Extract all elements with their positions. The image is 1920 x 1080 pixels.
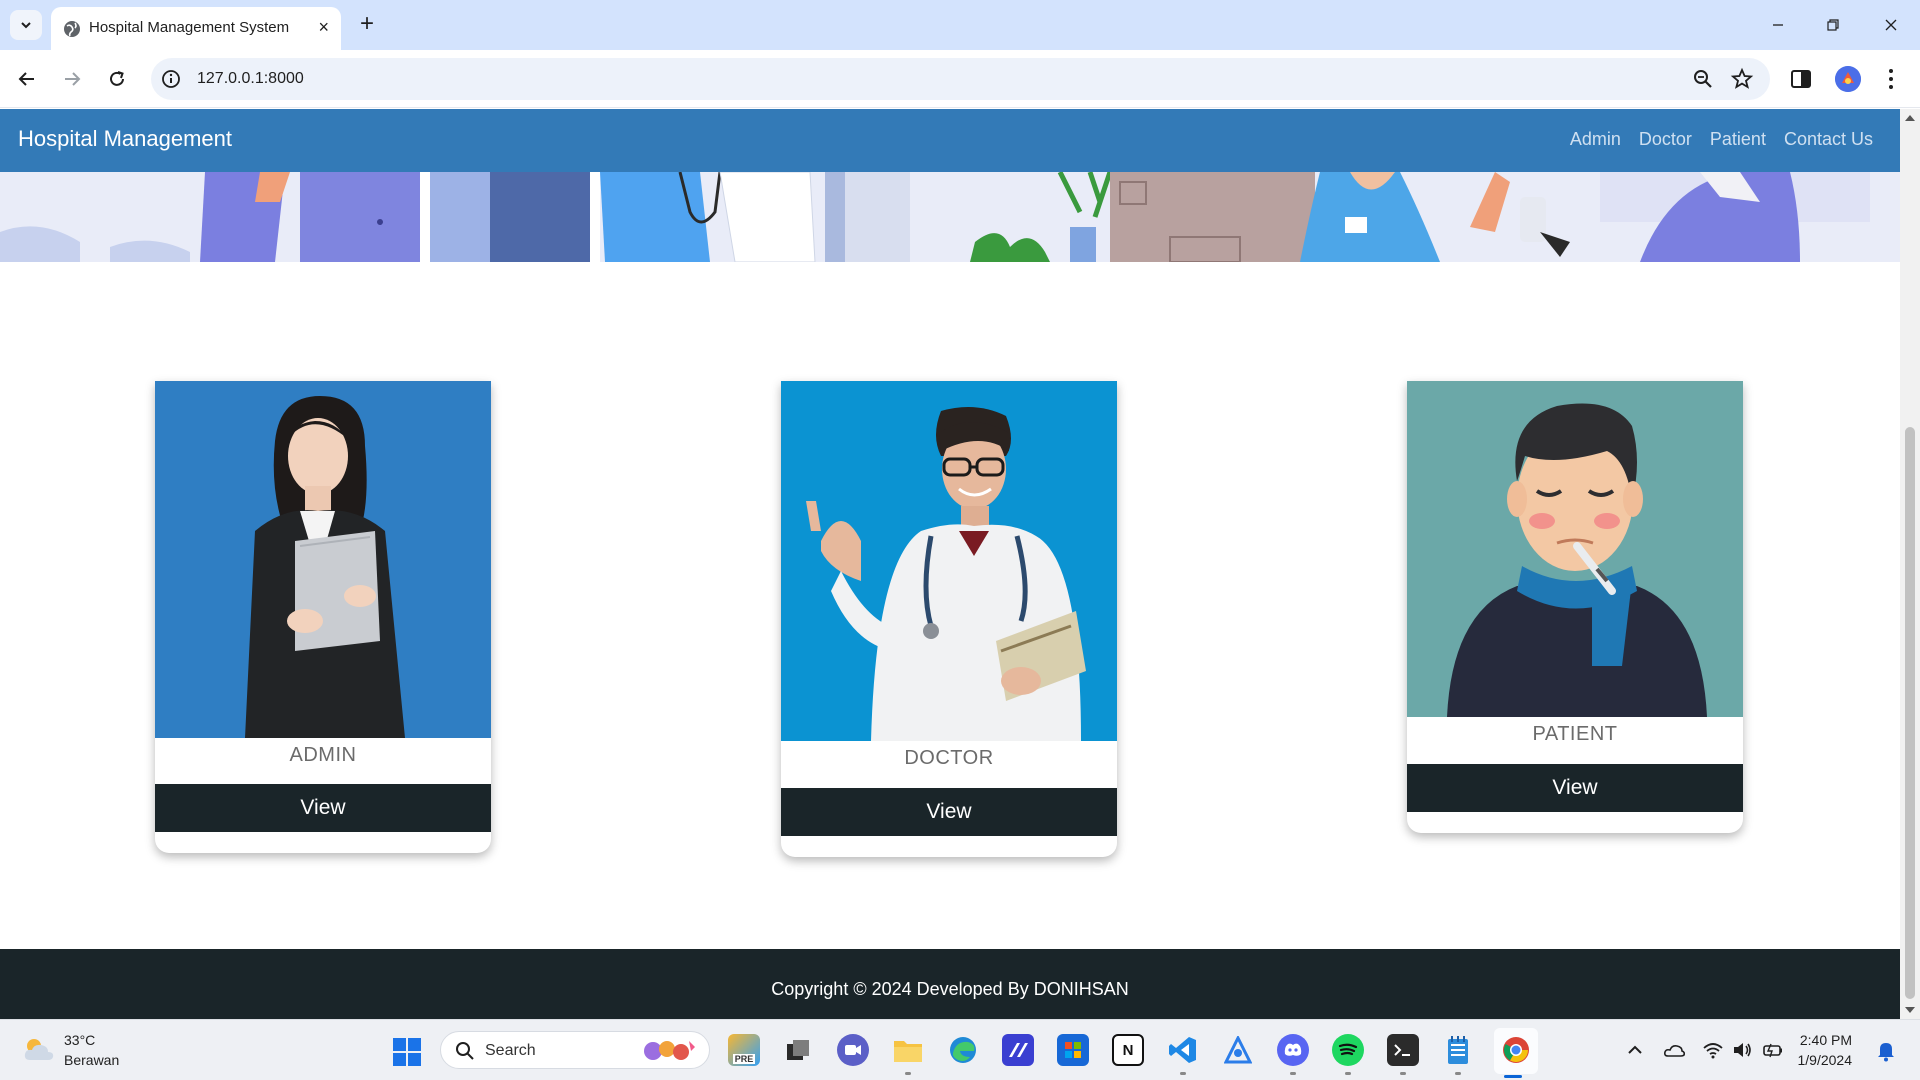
clock-date[interactable]: 1/9/2024 (1798, 1052, 1853, 1068)
nav-link-contact[interactable]: Contact Us (1784, 129, 1873, 150)
patient-card-label: PATIENT (1532, 723, 1618, 745)
scroll-down-arrow-icon[interactable] (1905, 1007, 1915, 1013)
volume-icon[interactable] (1731, 1040, 1753, 1060)
weather-temperature[interactable]: 33°C (64, 1032, 95, 1048)
wifi-icon[interactable] (1702, 1040, 1724, 1060)
task-view-icon[interactable] (782, 1034, 814, 1066)
search-icon (456, 1042, 474, 1060)
site-brand[interactable]: Hospital Management (18, 126, 232, 152)
nav-link-patient[interactable]: Patient (1710, 129, 1766, 150)
active-app-indicator (1504, 1075, 1522, 1078)
restore-icon[interactable] (1818, 12, 1848, 38)
patient-card: PATIENT View (1407, 381, 1743, 833)
tab-title: Hospital Management System (89, 19, 290, 36)
minimize-icon[interactable] (1763, 12, 1793, 38)
side-panel-icon[interactable] (1788, 66, 1814, 92)
chrome-icon[interactable] (1500, 1034, 1532, 1066)
notification-bell-icon[interactable] (1876, 1040, 1896, 1062)
window-close-icon[interactable] (1876, 12, 1906, 38)
weather-cloud-icon[interactable] (22, 1036, 56, 1064)
scrollbar-thumb[interactable] (1905, 427, 1915, 999)
edge-icon[interactable] (947, 1034, 979, 1066)
search-placeholder: Search (485, 1042, 536, 1059)
doctor-photo (781, 381, 1117, 741)
azure-data-studio-icon[interactable] (1222, 1034, 1254, 1066)
spotify-icon[interactable] (1332, 1034, 1364, 1066)
zoom-icon[interactable] (1692, 68, 1714, 90)
battery-icon[interactable] (1762, 1040, 1784, 1060)
more-menu-icon[interactable] (1881, 66, 1901, 92)
nav-link-admin[interactable]: Admin (1570, 129, 1621, 150)
scroll-up-arrow-icon[interactable] (1905, 115, 1915, 121)
vscode-icon[interactable] (1167, 1034, 1199, 1066)
running-indicator (1455, 1072, 1461, 1075)
browser-toolbar: 127.0.0.1:8000 (0, 50, 1920, 108)
running-indicator (1345, 1072, 1351, 1075)
doctor-card-label: DOCTOR (904, 747, 994, 769)
notepad-icon[interactable] (1442, 1034, 1474, 1066)
teams-icon[interactable] (837, 1034, 869, 1066)
reload-icon[interactable] (101, 63, 133, 95)
tab-close-icon[interactable]: × (318, 17, 329, 37)
site-navbar: Hospital Management Admin Doctor Patient… (0, 109, 1900, 172)
search-highlight-icon (644, 1041, 695, 1060)
copilot-icon[interactable]: PRE (728, 1034, 760, 1066)
profile-avatar[interactable] (1835, 66, 1861, 92)
notion-icon[interactable]: N (1112, 1034, 1144, 1066)
tab-search-button[interactable] (10, 10, 42, 40)
hero-banner-image (0, 172, 1900, 262)
discord-icon[interactable] (1277, 1034, 1309, 1066)
site-footer: Copyright © 2024 Developed By DONIHSAN (0, 949, 1900, 1019)
store-icon[interactable] (1057, 1034, 1089, 1066)
doctor-view-button[interactable]: View (781, 788, 1117, 836)
onedrive-cloud-icon[interactable] (1663, 1040, 1685, 1060)
running-indicator (1400, 1072, 1406, 1075)
patient-illustration (1407, 381, 1743, 717)
admin-view-button[interactable]: View (155, 784, 491, 832)
weather-description[interactable]: Berawan (64, 1052, 119, 1068)
bookmark-star-icon[interactable] (1730, 67, 1754, 91)
admin-photo (155, 381, 491, 738)
page-viewport: Hospital Management Admin Doctor Patient… (0, 109, 1900, 1019)
file-explorer-icon[interactable] (892, 1034, 924, 1066)
browser-tab-bar: Hospital Management System × + (0, 0, 1920, 50)
admin-card-label: ADMIN (289, 744, 357, 766)
back-icon[interactable] (11, 63, 43, 95)
url-text[interactable]: 127.0.0.1:8000 (197, 70, 304, 88)
footer-copyright: Copyright © 2024 Developed By DONIHSAN (771, 979, 1129, 999)
chevron-down-icon (21, 22, 31, 29)
globe-icon (64, 21, 80, 37)
tray-overflow-chevron-icon[interactable] (1624, 1040, 1646, 1060)
nav-links: Admin Doctor Patient Contact Us (1552, 129, 1873, 150)
doctor-card: DOCTOR View (781, 381, 1117, 857)
taskbar-search[interactable]: Search (440, 1031, 710, 1069)
windows-taskbar: 33°C Berawan Search PRE N 2:40 PM 1/9/20… (0, 1019, 1920, 1080)
forward-icon[interactable] (56, 63, 88, 95)
clock-time[interactable]: 2:40 PM (1800, 1032, 1852, 1048)
screen: Hospital Management System × + 127.0.0.1… (0, 0, 1920, 1080)
running-indicator (1180, 1072, 1186, 1075)
site-info-icon[interactable] (161, 69, 181, 89)
patient-view-button[interactable]: View (1407, 764, 1743, 812)
address-bar[interactable]: 127.0.0.1:8000 (151, 58, 1770, 100)
page-scrollbar[interactable] (1900, 109, 1920, 1019)
running-indicator (905, 1072, 911, 1075)
terminal-icon[interactable] (1387, 1034, 1419, 1066)
new-tab-button[interactable]: + (352, 9, 382, 39)
running-indicator (1290, 1072, 1296, 1075)
admin-card: ADMIN View (155, 381, 491, 853)
powerautomate-icon[interactable] (1002, 1034, 1034, 1066)
nav-link-doctor[interactable]: Doctor (1639, 129, 1692, 150)
windows-start-icon[interactable] (392, 1037, 422, 1067)
browser-tab[interactable]: Hospital Management System × (51, 7, 341, 50)
